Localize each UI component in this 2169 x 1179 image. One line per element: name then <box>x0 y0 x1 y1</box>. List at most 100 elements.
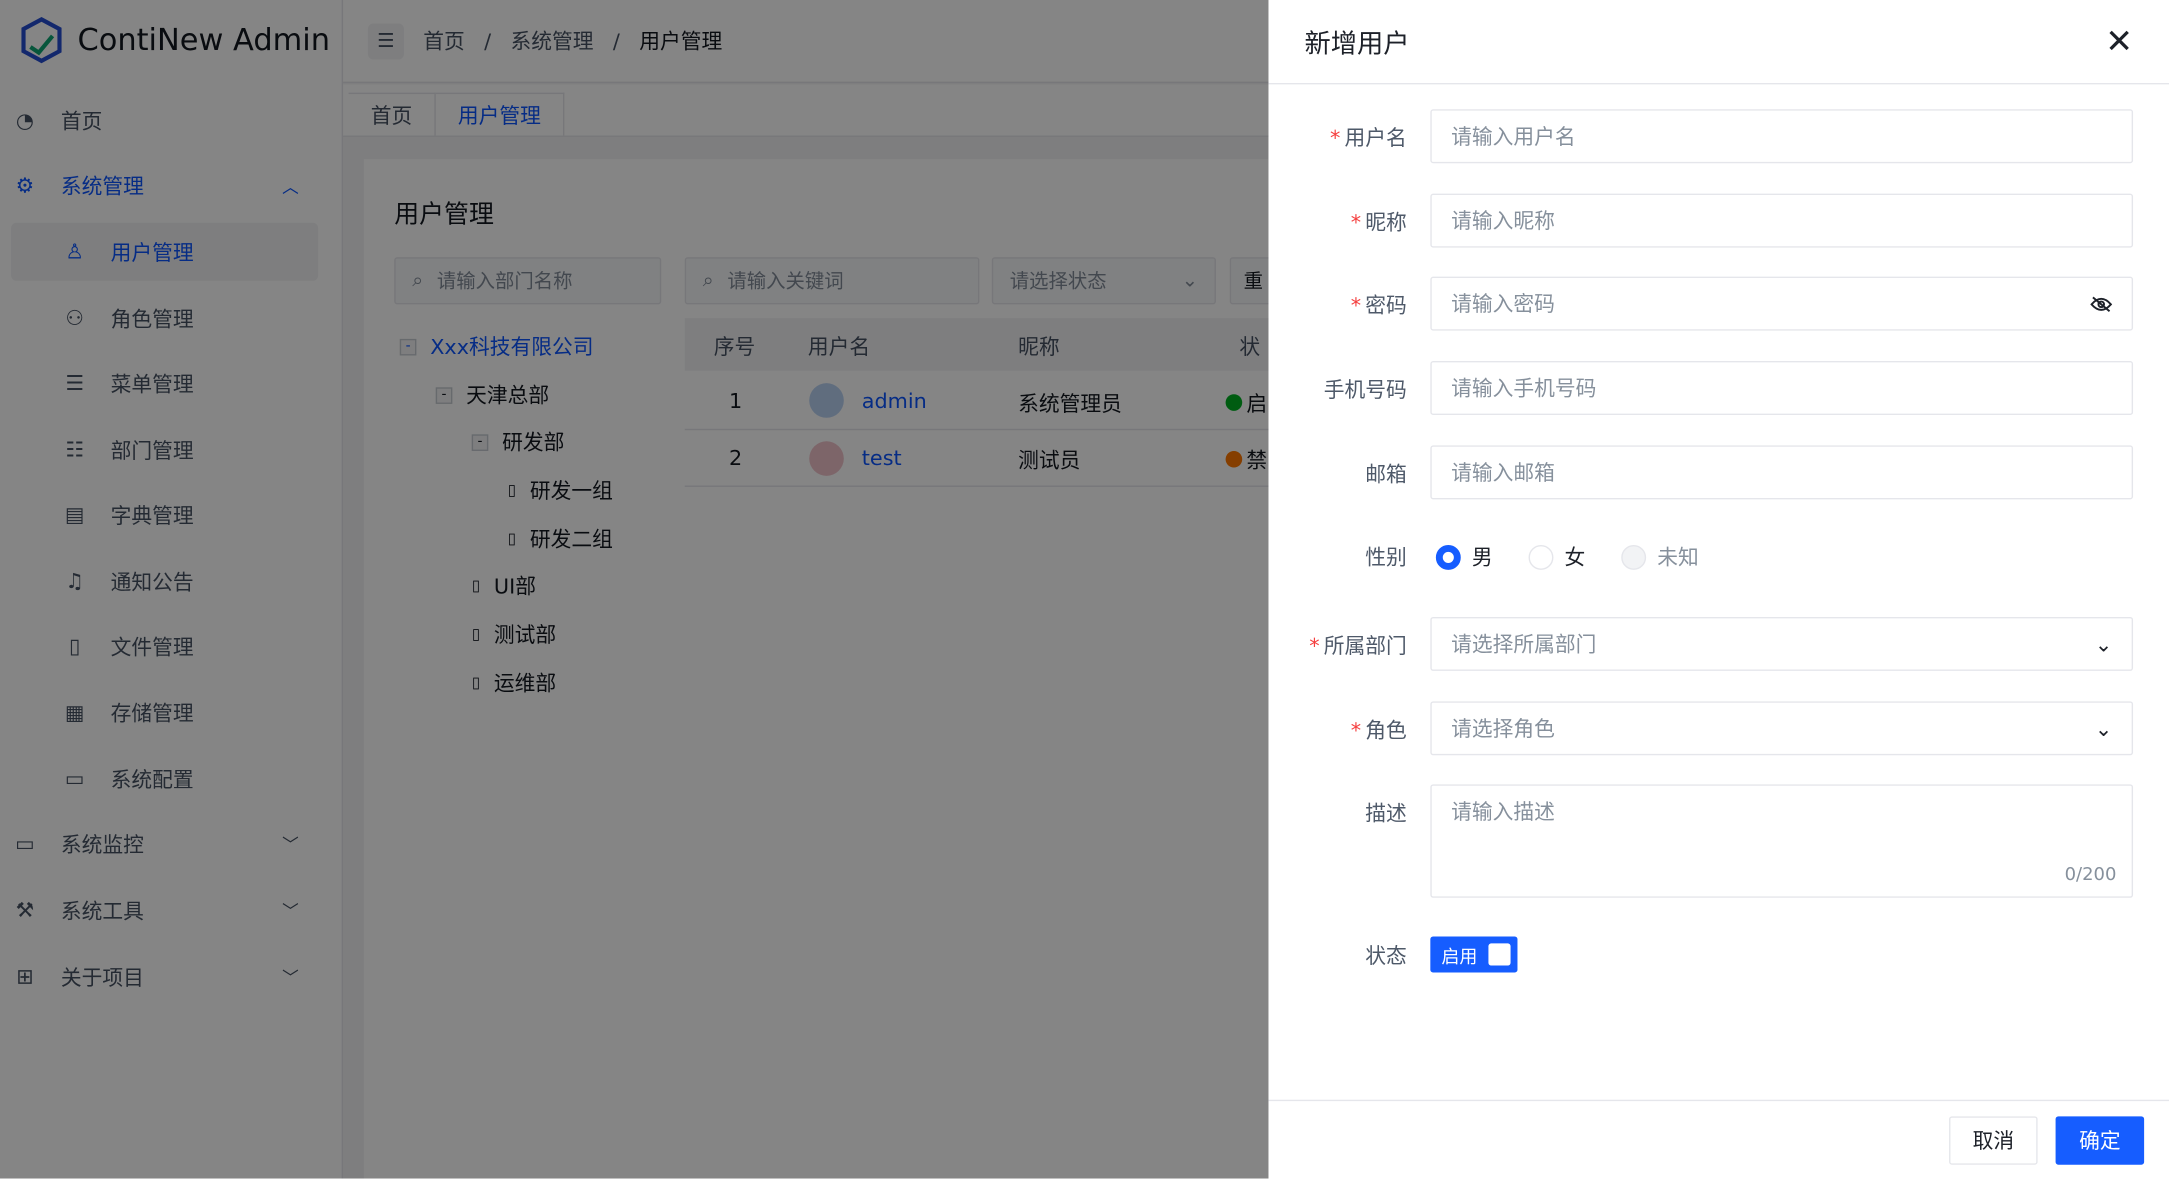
add-user-drawer: 新增用户 ✕ * 用户名 请输入用户名 * 昵称 请输入昵称 * 密码 请输入密码 手… <box>1268 0 2169 1179</box>
breadcrumb-separator: / <box>484 28 492 54</box>
tree-node[interactable]: - Xxx科技有限公司 <box>399 332 594 361</box>
keyword-search-input[interactable]: ⌕ 请输入关键词 <box>684 257 980 305</box>
storage-icon: ▦ <box>64 699 85 725</box>
grid-icon: ⊞ <box>16 964 34 990</box>
tree-node[interactable]: ▯ UI部 <box>472 571 536 600</box>
radio-unknown[interactable]: 未知 <box>1621 542 1699 571</box>
tab-home[interactable]: 首页 <box>348 92 436 136</box>
gender-radio-group: 男 女 未知 <box>1435 542 1735 571</box>
avatar <box>809 383 844 418</box>
sidebar-item-label: 字典管理 <box>110 502 194 528</box>
dictionary-icon: ▤ <box>64 502 85 528</box>
placeholder: 请选择状态 <box>1009 271 1107 294</box>
dept-select[interactable]: 请选择所属部门 ⌄ <box>1430 616 2134 671</box>
placeholder: 请输入用户名 <box>1451 124 1576 150</box>
tab-users[interactable]: 用户管理 <box>435 92 565 136</box>
tree-node[interactable]: ▯ 研发一组 <box>508 476 613 505</box>
dashboard-icon: ◔ <box>15 107 34 133</box>
field-label: * 密码 <box>1350 293 1407 319</box>
password-input[interactable]: 请输入密码 <box>1430 276 2134 331</box>
sidebar-item-roles[interactable]: ⚇ 角色管理 <box>11 289 318 347</box>
sidebar-item-about[interactable]: ⊞ 关于项目 ﹀ <box>11 948 318 1006</box>
breadcrumb-separator: / <box>612 28 620 54</box>
dept-search-input[interactable]: ⌕ 请输入部门名称 <box>394 257 662 305</box>
form-row-username: * 用户名 请输入用户名 <box>1268 109 2169 164</box>
sidebar-item-home[interactable]: ◔ 首页 <box>11 91 318 149</box>
column-header: 序号 <box>713 334 756 360</box>
column-header: 昵称 <box>1018 334 1060 360</box>
collapse-icon[interactable]: - <box>471 433 489 451</box>
tab-bar: 首页 用户管理 <box>343 84 1269 137</box>
collapse-icon[interactable]: - <box>435 386 453 404</box>
drawer-footer: 取消 确定 <box>1268 1099 2169 1179</box>
sidebar-item-label: 菜单管理 <box>110 371 194 397</box>
bell-icon: ♫ <box>65 568 84 594</box>
tree-node[interactable]: ▯ 运维部 <box>472 668 556 697</box>
sidebar-item-notice[interactable]: ♫ 通知公告 <box>11 552 318 610</box>
sidebar-item-users[interactable]: ♙ 用户管理 <box>11 222 319 281</box>
header: ☰ 首页 / 系统管理 / 用户管理 <box>343 0 1269 83</box>
description-textarea[interactable]: 请输入描述 0/200 <box>1430 784 2134 898</box>
username-link[interactable]: test <box>862 445 902 470</box>
cancel-button[interactable]: 取消 <box>1949 1116 2038 1165</box>
close-icon[interactable]: ✕ <box>2105 22 2133 61</box>
file-icon: ▯ <box>471 625 481 644</box>
sidebar-item-tools[interactable]: ⚒ 系统工具 ﹀ <box>11 881 318 939</box>
sidebar-item-depts[interactable]: ☷ 部门管理 <box>11 421 318 479</box>
sidebar-item-dict[interactable]: ▤ 字典管理 <box>11 486 318 544</box>
sidebar-item-storage[interactable]: ▦ 存储管理 <box>11 683 318 741</box>
username-link[interactable]: admin <box>862 389 927 414</box>
status-badge: 启 <box>1246 391 1268 417</box>
breadcrumb-item[interactable]: 系统管理 <box>511 26 594 55</box>
sidebar-item-menus[interactable]: ☰ 菜单管理 <box>11 354 318 412</box>
tree-node[interactable]: - 天津总部 <box>435 380 549 409</box>
list-icon: ☷ <box>65 437 84 463</box>
modal-mask[interactable]: ContiNew Admin ◔ 首页 ⚙ 系统管理 ︿ ♙ 用户管理 ⚇ 角色管理 ☰ 菜… <box>0 0 1269 1179</box>
placeholder: 请输入昵称 <box>1451 208 1555 234</box>
sidebar-item-system[interactable]: ⚙ 系统管理 ︿ <box>11 156 318 214</box>
table-row: 1 admin 系统管理员 启 <box>684 372 1269 431</box>
eye-off-icon[interactable] <box>2090 295 2113 312</box>
phone-input[interactable]: 请输入手机号码 <box>1430 361 2134 415</box>
placeholder: 请输入关键词 <box>727 271 844 294</box>
form-row-status: 状态 启用 <box>1268 927 2169 973</box>
radio-male[interactable]: 男 <box>1435 542 1493 571</box>
collapse-menu-button[interactable]: ☰ <box>367 22 404 59</box>
tree-node[interactable]: - 研发部 <box>471 427 564 456</box>
sidebar-item-label: 部门管理 <box>110 437 194 463</box>
column-header: 用户名 <box>807 334 871 360</box>
tree-label: 运维部 <box>493 670 557 696</box>
sidebar-item-label: 首页 <box>60 108 103 134</box>
tree-node[interactable]: ▯ 测试部 <box>472 620 556 649</box>
field-label: * 用户名 <box>1330 125 1407 151</box>
sidebar-item-monitor[interactable]: ▭ 系统监控 ﹀ <box>11 815 318 873</box>
field-label: * 角色 <box>1350 717 1407 743</box>
drawer-title: 新增用户 <box>1304 28 1410 59</box>
username-input[interactable]: 请输入用户名 <box>1430 109 2134 164</box>
status-switch[interactable]: 启用 <box>1430 936 1518 973</box>
radio-checked-icon <box>1435 544 1461 570</box>
chevron-down-icon: ﹀ <box>282 967 299 987</box>
sidebar-item-files[interactable]: ▯ 文件管理 <box>11 617 318 675</box>
reset-button[interactable]: 重 <box>1229 257 1269 305</box>
sidebar: ContiNew Admin ◔ 首页 ⚙ 系统管理 ︿ ♙ 用户管理 ⚇ 角色管理 ☰ 菜… <box>0 0 344 1179</box>
breadcrumb-item: 用户管理 <box>639 29 723 54</box>
tree-label: Xxx科技有限公司 <box>430 334 594 360</box>
tree-node[interactable]: ▯ 研发二组 <box>508 524 613 553</box>
breadcrumb-item[interactable]: 首页 <box>423 26 465 55</box>
placeholder: 请输入密码 <box>1451 291 1555 317</box>
sidebar-item-config[interactable]: ▭ 系统配置 <box>11 750 318 808</box>
confirm-button[interactable]: 确定 <box>2055 1116 2145 1165</box>
collapse-icon[interactable]: - <box>399 338 417 355</box>
search-icon: ⌕ <box>702 269 714 292</box>
nickname: 测试员 <box>1018 448 1081 474</box>
status-select[interactable]: 请选择状态 ⌄ <box>991 257 1216 305</box>
switch-knob <box>1488 943 1511 966</box>
nickname-input[interactable]: 请输入昵称 <box>1430 193 2134 248</box>
field-label: * 昵称 <box>1350 210 1407 236</box>
role-select[interactable]: 请选择角色 ⌄ <box>1430 701 2134 756</box>
sidebar-item-label: 角色管理 <box>110 306 194 332</box>
file-icon: ▯ <box>507 529 517 548</box>
radio-female[interactable]: 女 <box>1528 542 1585 571</box>
email-input[interactable]: 请输入邮箱 <box>1430 445 2134 500</box>
